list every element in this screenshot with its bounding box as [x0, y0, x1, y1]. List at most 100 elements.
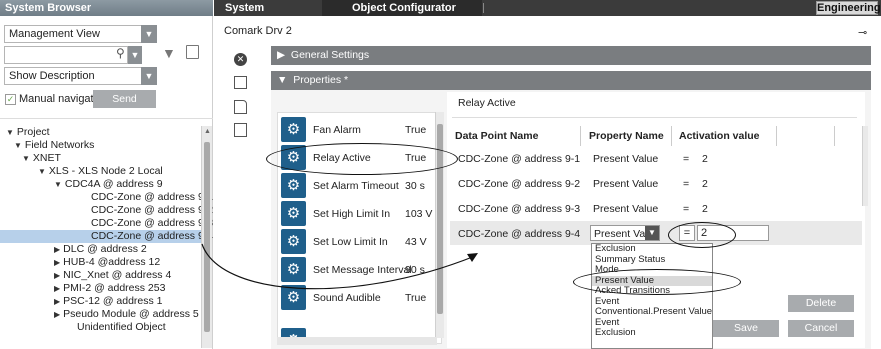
tree-node[interactable]: ▼ XLS - XLS Node 2 Local — [0, 165, 203, 178]
new-document-icon[interactable] — [234, 100, 247, 114]
expand-arrow-icon[interactable]: ▶ — [54, 284, 60, 293]
save-icon[interactable] — [186, 45, 199, 59]
tree-node[interactable]: CDC-Zone @ address 9-3 — [0, 217, 213, 230]
data-point-name: CDC-Zone @ address 9-3 — [458, 203, 581, 215]
property-item[interactable]: ⚙ Set Alarm Timeout 30 s — [279, 172, 435, 199]
tab-system-management[interactable]: System Management — [225, 0, 325, 30]
tree-node[interactable]: ▶ DLC @ address 2 — [0, 243, 203, 256]
data-point-name: CDC-Zone @ address 9-1 — [458, 153, 581, 165]
send-button[interactable]: Send — [93, 90, 156, 108]
filter-icon[interactable]: ▼ — [162, 45, 176, 61]
collapse-arrow-icon[interactable]: ▼ — [14, 141, 22, 150]
scroll-up-icon[interactable]: ▲ — [204, 128, 211, 135]
table-row[interactable]: CDC-Zone @ address 9-2 Present Value = 2 — [450, 171, 862, 195]
gear-icon: ⚙ — [281, 117, 306, 142]
cancel-button[interactable]: Cancel — [788, 320, 854, 337]
expand-arrow-icon[interactable]: ▶ — [54, 245, 60, 254]
expand-arrow-icon[interactable]: ▶ — [54, 297, 60, 306]
col-divider — [580, 126, 581, 146]
table-row[interactable]: CDC-Zone @ address 9-3 Present Value = 2 — [450, 196, 862, 220]
activation-value: 2 — [702, 203, 708, 215]
tree-node[interactable]: Unidentified Object — [0, 321, 203, 334]
export-icon[interactable] — [234, 123, 247, 137]
property-select[interactable]: Present Va ▼ — [590, 225, 660, 241]
gear-icon: ⚙ — [281, 201, 306, 226]
table-row[interactable]: CDC-Zone @ address 9-1 Present Value = 2 — [450, 146, 862, 170]
table-row[interactable]: CDC-Zone @ address 9-4 Present Va ▼ = 2 — [450, 221, 862, 245]
chevron-down-icon[interactable]: ▼ — [645, 226, 659, 240]
col-header-property: Property Name — [589, 130, 664, 142]
collapse-arrow-icon[interactable]: ▼ — [6, 128, 14, 137]
tree-node[interactable]: ▶ NIC_Xnet @ address 4 — [0, 269, 203, 282]
col-header-data-point: Data Point Name — [455, 130, 539, 142]
tree-node-label: CDC-Zone @ address 9-2 — [91, 204, 214, 216]
property-list-scrollbar[interactable] — [435, 112, 444, 338]
activation-value: 2 — [702, 178, 708, 190]
tree-node-label: PMI-2 @ address 253 — [63, 282, 166, 294]
tree-node[interactable]: ▼ Project — [0, 126, 203, 139]
description-select-arrow[interactable]: ▼ — [141, 67, 157, 85]
view-select[interactable]: Management View — [4, 25, 142, 43]
engineering-mode-button[interactable]: Engineering — [816, 1, 881, 15]
system-browser-panel: System Browser Management View ▼ ⚲ ▼ ▼ S… — [0, 0, 213, 349]
tree-scrollbar[interactable]: ▲ — [201, 126, 212, 348]
search-input[interactable] — [4, 46, 128, 64]
save-button[interactable]: Save — [713, 320, 779, 337]
description-select[interactable]: Show Description — [4, 67, 142, 85]
collapse-arrow-icon: ▼ — [277, 74, 288, 86]
save-icon[interactable] — [234, 76, 247, 89]
tree-node[interactable]: ▶ Pseudo Module @ address 5 — [0, 308, 203, 321]
col-divider — [834, 126, 835, 146]
pin-icon[interactable]: ⊸ — [858, 26, 867, 39]
scroll-thumb[interactable] — [204, 142, 210, 332]
property-item[interactable]: ⚙ Set High Limit In 103 V — [279, 200, 435, 227]
col-header-activation: Activation value — [679, 130, 760, 142]
tree-node-label: CDC-Zone @ address 9-1 — [91, 191, 214, 203]
tree-node[interactable]: CDC-Zone @ address 9-2 — [0, 204, 213, 217]
property-item[interactable]: ⚙ Fan Alarm True — [279, 116, 435, 143]
tree-node[interactable]: CDC-Zone @ address 9-1 — [0, 191, 213, 204]
search-icon[interactable]: ⚲ — [116, 46, 125, 60]
dropdown-option[interactable]: Conventional.Present Value — [592, 306, 712, 318]
tree-node-label: XLS - XLS Node 2 Local — [48, 165, 163, 177]
object-title: Comark Drv 2 — [224, 25, 292, 37]
operator: = — [683, 178, 690, 190]
tree-node-label: DLC @ address 2 — [63, 243, 147, 255]
collapse-arrow-icon[interactable]: ▼ — [54, 180, 62, 189]
manual-nav-checkbox[interactable]: ✓ — [5, 94, 16, 105]
tree-node[interactable]: ▶ HUB-4 @address 12 — [0, 256, 203, 269]
tree-node[interactable]: CDC-Zone @ address 9-4 — [0, 230, 213, 243]
collapse-arrow-icon[interactable]: ▼ — [22, 154, 30, 163]
close-icon[interactable]: ✕ — [234, 53, 247, 66]
tree-node[interactable]: ▶ PMI-2 @ address 253 — [0, 282, 203, 295]
panel-title: System Browser — [0, 0, 213, 16]
data-point-name: CDC-Zone @ address 9-2 — [458, 178, 581, 190]
property-value: True — [405, 124, 427, 136]
expand-arrow-icon[interactable]: ▶ — [54, 271, 60, 280]
property-dropdown-list[interactable]: Exclusion Summary Status Mode Present Value… — [591, 243, 713, 349]
view-select-arrow[interactable]: ▼ — [141, 25, 157, 43]
properties-bar[interactable]: ▼ Properties * — [271, 71, 871, 90]
tree-node[interactable]: ▶ PSC-12 @ address 1 — [0, 295, 203, 308]
expand-arrow-icon[interactable]: ▶ — [54, 258, 60, 267]
tree-node-label: CDC4A @ address 9 — [64, 178, 163, 190]
annotation-arrow — [201, 243, 478, 290]
col-divider — [671, 126, 672, 146]
tree-node-label: Field Networks — [24, 139, 95, 151]
property-list-hscroll[interactable] — [277, 337, 437, 345]
general-settings-bar[interactable]: ▶ General Settings — [271, 46, 871, 65]
tree-node[interactable]: ▼ XNET — [0, 152, 203, 165]
collapse-arrow-icon[interactable]: ▼ — [38, 167, 46, 176]
property-name: Present Value — [593, 153, 659, 165]
general-settings-label: General Settings — [290, 49, 370, 61]
tree-node[interactable]: ▼ CDC4A @ address 9 — [0, 178, 203, 191]
delete-button[interactable]: Delete — [788, 295, 854, 312]
tab-object-configurator[interactable]: Object Configurator — [352, 0, 472, 16]
tree-node[interactable]: ▼ Field Networks — [0, 139, 203, 152]
expand-arrow-icon[interactable]: ▶ — [54, 310, 60, 319]
search-dropdown-arrow[interactable]: ▼ — [128, 46, 142, 64]
dropdown-option[interactable]: Exclusion — [592, 327, 712, 339]
detail-scrollbar[interactable] — [862, 126, 868, 206]
tree-node-label: NIC_Xnet @ address 4 — [63, 269, 172, 281]
property-name: Present Value — [593, 203, 659, 215]
